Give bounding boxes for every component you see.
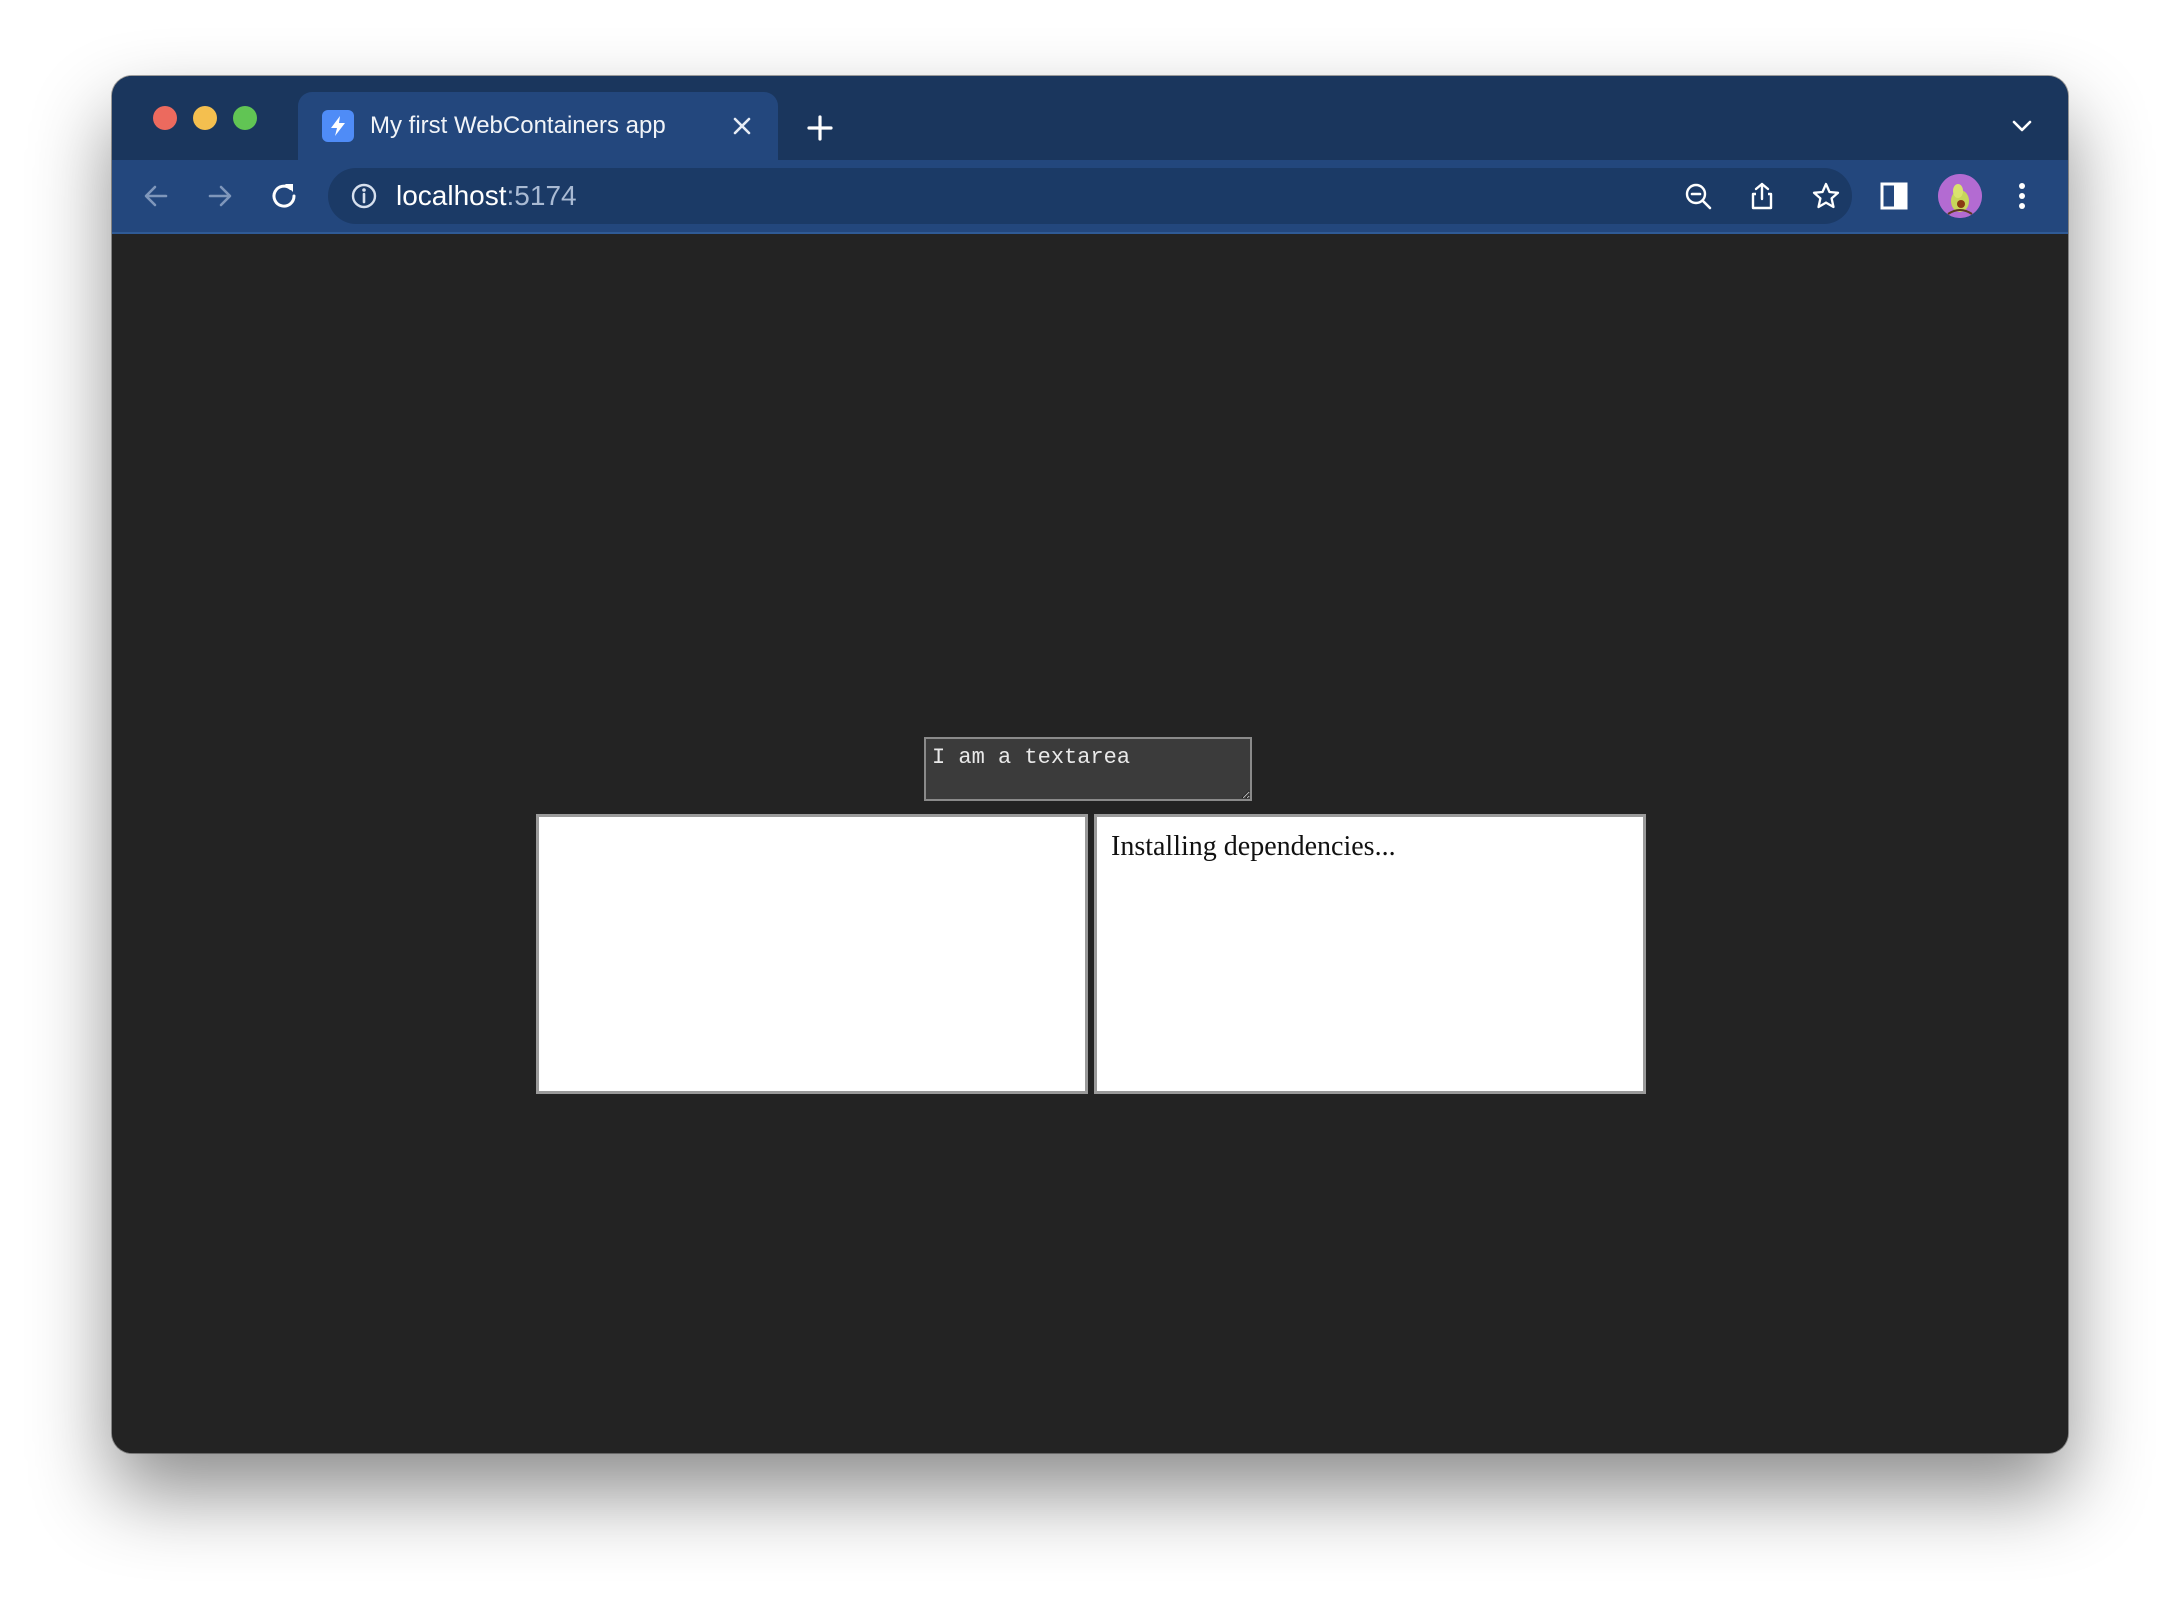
reload-icon[interactable]	[264, 176, 304, 216]
zoom-out-icon[interactable]	[1680, 178, 1716, 214]
terminal-output: Installing dependencies...	[1094, 814, 1646, 1094]
browser-window: My first WebContainers app localhost:517…	[112, 76, 2068, 1453]
address-bar[interactable]: localhost:5174	[328, 168, 1852, 224]
preview-iframe[interactable]	[536, 814, 1088, 1094]
url-port: :5174	[506, 180, 577, 211]
url-text: localhost:5174	[396, 180, 577, 212]
browser-toolbar: localhost:5174	[112, 160, 2068, 234]
star-icon[interactable]	[1808, 178, 1844, 214]
plus-icon[interactable]	[802, 110, 838, 146]
close-window-button[interactable]	[153, 106, 177, 130]
terminal-text: Installing dependencies...	[1111, 831, 1396, 862]
arrow-left-icon[interactable]	[136, 176, 176, 216]
maximize-window-button[interactable]	[233, 106, 257, 130]
minimize-window-button[interactable]	[193, 106, 217, 130]
info-icon[interactable]	[346, 178, 382, 214]
share-icon[interactable]	[1744, 178, 1780, 214]
tab-active[interactable]: My first WebContainers app	[298, 92, 778, 160]
lightning-bolt-icon	[322, 110, 354, 142]
side-panel-icon[interactable]	[1874, 176, 1914, 216]
tab-strip: My first WebContainers app	[112, 76, 2068, 160]
tab-title: My first WebContainers app	[370, 112, 666, 139]
close-icon[interactable]	[726, 110, 758, 142]
editor-textarea[interactable]: I am a textarea	[924, 737, 1252, 801]
page-viewport: I am a textarea Installing dependencies.…	[112, 234, 2068, 1453]
kebab-menu-icon[interactable]	[2002, 176, 2042, 216]
url-host: localhost	[396, 180, 507, 211]
arrow-right-icon[interactable]	[200, 176, 240, 216]
avatar[interactable]	[1938, 174, 1982, 218]
chevron-down-icon[interactable]	[2006, 110, 2038, 142]
